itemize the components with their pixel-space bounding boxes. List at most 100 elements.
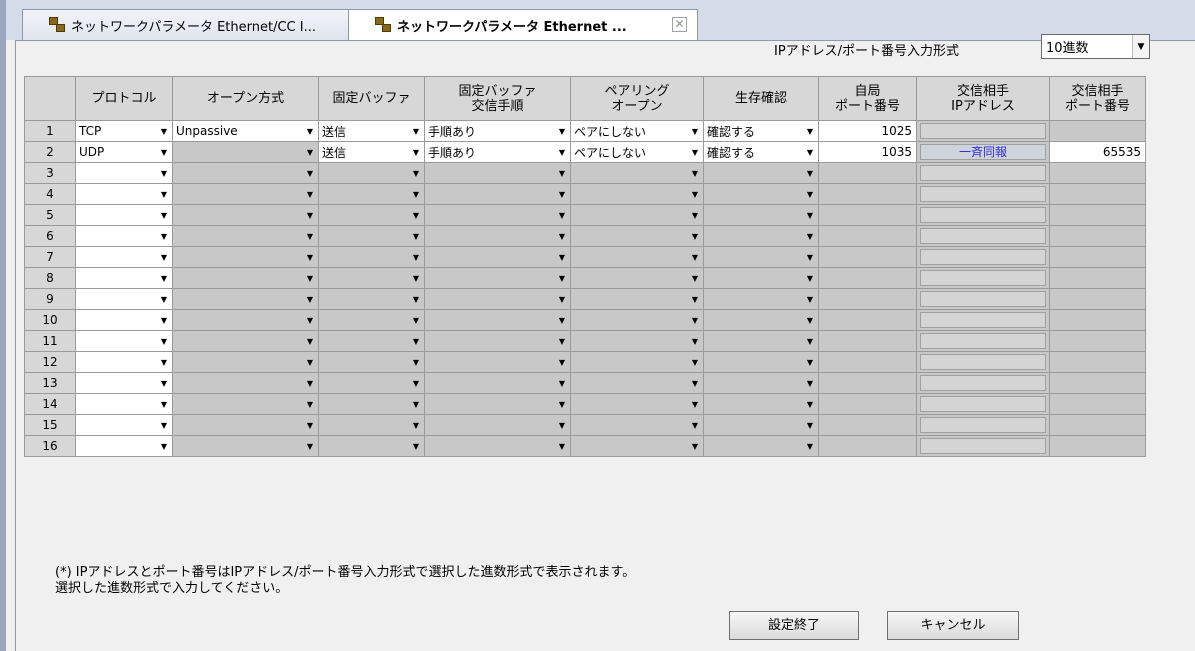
chevron-down-icon[interactable]: ▼ <box>302 248 318 266</box>
buffer-procedure-select[interactable]: ▼ <box>424 288 571 310</box>
chevron-down-icon[interactable]: ▼ <box>802 374 818 392</box>
dest-port-input[interactable] <box>1049 372 1146 394</box>
fixed-buffer-select[interactable]: 送信 ▼ <box>318 120 425 142</box>
dest-port-input[interactable] <box>1049 246 1146 268</box>
protocol-select[interactable]: ▼ <box>75 267 173 289</box>
chevron-down-icon[interactable]: ▼ <box>554 437 570 455</box>
fixed-buffer-select[interactable]: ▼ <box>318 351 425 373</box>
alive-check-select[interactable]: 確認する ▼ <box>703 141 819 163</box>
buffer-procedure-select[interactable]: ▼ <box>424 267 571 289</box>
fixed-buffer-select[interactable]: ▼ <box>318 309 425 331</box>
protocol-select[interactable]: ▼ <box>75 162 173 184</box>
alive-check-select[interactable]: ▼ <box>703 183 819 205</box>
fixed-buffer-select[interactable]: ▼ <box>318 393 425 415</box>
own-port-input[interactable] <box>818 414 917 436</box>
chevron-down-icon[interactable]: ▼ <box>687 122 703 140</box>
chevron-down-icon[interactable]: ▼ <box>408 353 424 371</box>
chevron-down-icon[interactable]: ▼ <box>156 332 172 350</box>
chevron-down-icon[interactable]: ▼ <box>687 353 703 371</box>
alive-check-select[interactable]: ▼ <box>703 330 819 352</box>
open-method-select[interactable]: ▼ <box>172 435 319 457</box>
dest-ip-button[interactable] <box>920 270 1046 286</box>
buffer-procedure-select[interactable]: ▼ <box>424 435 571 457</box>
buffer-procedure-select[interactable]: ▼ <box>424 183 571 205</box>
chevron-down-icon[interactable]: ▼ <box>802 311 818 329</box>
dest-port-input[interactable] <box>1049 225 1146 247</box>
fixed-buffer-select[interactable]: ▼ <box>318 288 425 310</box>
chevron-down-icon[interactable]: ▼ <box>802 206 818 224</box>
buffer-procedure-select[interactable]: ▼ <box>424 246 571 268</box>
own-port-input[interactable] <box>818 330 917 352</box>
chevron-down-icon[interactable]: ▼ <box>408 227 424 245</box>
chevron-down-icon[interactable]: ▼ <box>156 122 172 140</box>
chevron-down-icon[interactable]: ▼ <box>302 185 318 203</box>
chevron-down-icon[interactable]: ▼ <box>687 290 703 308</box>
dest-ip-button[interactable] <box>920 375 1046 391</box>
chevron-down-icon[interactable]: ▼ <box>408 248 424 266</box>
chevron-down-icon[interactable]: ▼ <box>156 164 172 182</box>
protocol-select[interactable]: ▼ <box>75 288 173 310</box>
open-method-select[interactable]: ▼ <box>172 204 319 226</box>
chevron-down-icon[interactable]: ▼ <box>554 164 570 182</box>
protocol-select[interactable]: ▼ <box>75 330 173 352</box>
chevron-down-icon[interactable]: ▼ <box>156 416 172 434</box>
own-port-input[interactable] <box>818 225 917 247</box>
tab-ethernet-open-settings[interactable]: ネットワークパラメータ Ethernet ... ✕ <box>348 9 698 40</box>
chevron-down-icon[interactable]: ▼ <box>156 269 172 287</box>
dest-ip-button[interactable] <box>920 312 1046 328</box>
alive-check-select[interactable]: ▼ <box>703 204 819 226</box>
protocol-select[interactable]: ▼ <box>75 204 173 226</box>
dest-port-input[interactable] <box>1049 393 1146 415</box>
buffer-procedure-select[interactable]: ▼ <box>424 204 571 226</box>
chevron-down-icon[interactable]: ▼ <box>408 416 424 434</box>
pairing-select[interactable]: ▼ <box>570 330 704 352</box>
dest-port-input[interactable] <box>1049 162 1146 184</box>
chevron-down-icon[interactable]: ▼ <box>302 332 318 350</box>
pairing-select[interactable]: ▼ <box>570 435 704 457</box>
chevron-down-icon[interactable]: ▼ <box>554 311 570 329</box>
chevron-down-icon[interactable]: ▼ <box>302 269 318 287</box>
chevron-down-icon[interactable]: ▼ <box>802 353 818 371</box>
chevron-down-icon[interactable]: ▼ <box>156 143 172 161</box>
chevron-down-icon[interactable]: ▼ <box>1132 35 1149 58</box>
fixed-buffer-select[interactable]: ▼ <box>318 246 425 268</box>
chevron-down-icon[interactable]: ▼ <box>687 416 703 434</box>
own-port-input[interactable] <box>818 162 917 184</box>
alive-check-select[interactable]: ▼ <box>703 435 819 457</box>
chevron-down-icon[interactable]: ▼ <box>687 227 703 245</box>
buffer-procedure-select[interactable]: ▼ <box>424 414 571 436</box>
chevron-down-icon[interactable]: ▼ <box>408 164 424 182</box>
pairing-select[interactable]: ▼ <box>570 288 704 310</box>
protocol-select[interactable]: ▼ <box>75 246 173 268</box>
protocol-select[interactable]: TCP ▼ <box>75 120 173 142</box>
chevron-down-icon[interactable]: ▼ <box>156 185 172 203</box>
chevron-down-icon[interactable]: ▼ <box>554 374 570 392</box>
dest-ip-button[interactable] <box>920 354 1046 370</box>
alive-check-select[interactable]: ▼ <box>703 393 819 415</box>
alive-check-select[interactable]: ▼ <box>703 162 819 184</box>
chevron-down-icon[interactable]: ▼ <box>302 353 318 371</box>
pairing-select[interactable]: ▼ <box>570 267 704 289</box>
dest-port-input[interactable] <box>1049 435 1146 457</box>
chevron-down-icon[interactable]: ▼ <box>802 227 818 245</box>
chevron-down-icon[interactable]: ▼ <box>554 227 570 245</box>
chevron-down-icon[interactable]: ▼ <box>687 395 703 413</box>
own-port-input[interactable]: 1035 <box>818 141 917 163</box>
chevron-down-icon[interactable]: ▼ <box>156 353 172 371</box>
dest-port-input[interactable] <box>1049 267 1146 289</box>
dest-ip-button[interactable] <box>920 417 1046 433</box>
protocol-select[interactable]: ▼ <box>75 183 173 205</box>
chevron-down-icon[interactable]: ▼ <box>156 374 172 392</box>
buffer-procedure-select[interactable]: ▼ <box>424 330 571 352</box>
chevron-down-icon[interactable]: ▼ <box>687 311 703 329</box>
buffer-procedure-select[interactable]: ▼ <box>424 372 571 394</box>
open-method-select[interactable]: ▼ <box>172 162 319 184</box>
chevron-down-icon[interactable]: ▼ <box>408 311 424 329</box>
own-port-input[interactable] <box>818 183 917 205</box>
buffer-procedure-select[interactable]: 手順あり ▼ <box>424 141 571 163</box>
chevron-down-icon[interactable]: ▼ <box>802 248 818 266</box>
fixed-buffer-select[interactable]: ▼ <box>318 372 425 394</box>
alive-check-select[interactable]: ▼ <box>703 309 819 331</box>
pairing-select[interactable]: ▼ <box>570 204 704 226</box>
chevron-down-icon[interactable]: ▼ <box>302 416 318 434</box>
